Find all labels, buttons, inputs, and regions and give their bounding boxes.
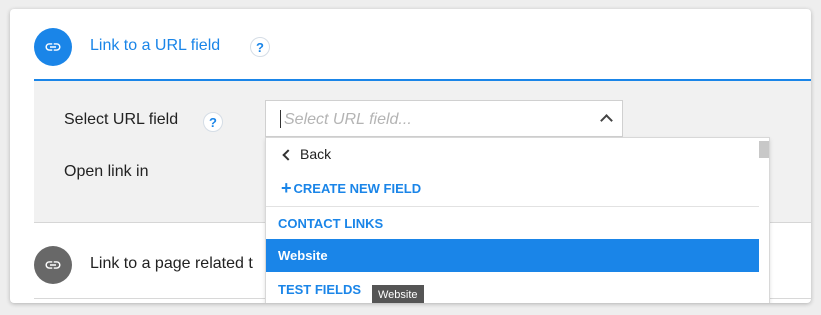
create-new-field-button[interactable]: + CREATE NEW FIELD [266,172,759,204]
dropdown-scrollbar[interactable] [759,141,769,158]
url-field-select[interactable] [265,100,623,137]
link-icon[interactable] [34,246,72,284]
back-label: Back [300,146,332,162]
open-link-in-label: Open link in [64,163,149,180]
link-icon[interactable] [34,28,72,66]
option-page-title[interactable]: Link to a page related t [90,255,253,273]
create-new-field-label: CREATE NEW FIELD [293,180,422,196]
plus-icon: + [281,178,292,198]
help-icon[interactable]: ? [203,112,223,132]
tooltip: Website [372,285,424,303]
help-icon[interactable]: ? [250,37,270,57]
select-url-field-label: Select URL field [64,111,179,128]
back-button[interactable]: Back [266,138,759,170]
option-website[interactable]: Website [266,239,759,272]
chevron-left-icon [282,148,294,161]
group-header-test-fields: TEST FIELDS [278,281,362,297]
chevron-up-icon[interactable] [600,114,613,127]
text-cursor [280,110,281,128]
group-header-contact-links: CONTACT LINKS [278,215,384,231]
link-settings-card: Link to a URL field ? Select URL field ?… [10,9,811,303]
url-field-search-input[interactable] [282,102,586,137]
option-url-title[interactable]: Link to a URL field [90,37,220,55]
link-icon [45,261,61,269]
url-field-dropdown: Back + CREATE NEW FIELD CONTACT LINKS We… [265,137,770,303]
link-icon [45,43,61,51]
